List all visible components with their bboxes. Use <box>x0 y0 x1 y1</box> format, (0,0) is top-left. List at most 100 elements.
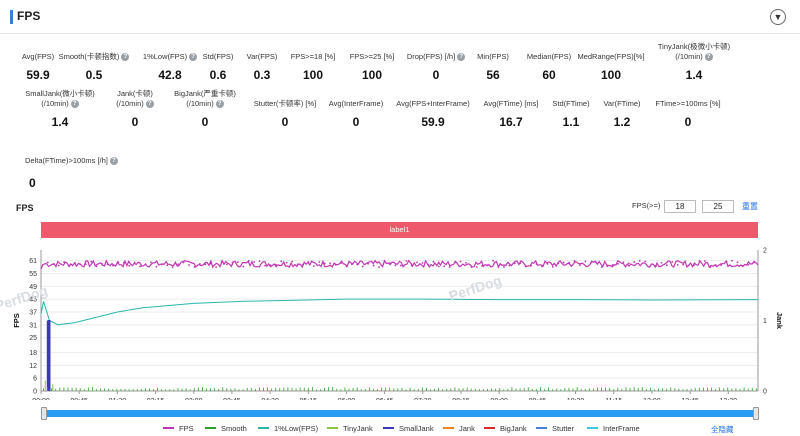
chart-title: FPS <box>16 203 34 213</box>
legend-label: InterFrame <box>603 424 640 433</box>
fps-chart[interactable]: 0612182531374349556101200:0000:4501:3002… <box>0 240 800 401</box>
fps-point <box>307 261 310 263</box>
fps-point <box>595 261 598 264</box>
x-tick-label: 11:15 <box>605 398 622 400</box>
fps-point <box>682 263 685 266</box>
fps-point <box>731 259 733 262</box>
fps-point <box>95 265 98 268</box>
legend-item-smooth[interactable]: Smooth <box>205 424 247 433</box>
fps-point <box>378 266 380 268</box>
metric-value: 0 <box>29 176 36 190</box>
x-tick-label: 04:30 <box>261 398 279 400</box>
x-tick-label: 03:45 <box>223 398 241 400</box>
fps-point <box>665 264 668 267</box>
legend-item-1-low-fps-[interactable]: 1%Low(FPS) <box>258 424 318 433</box>
collapse-chevron-icon[interactable]: ▼ <box>770 9 786 25</box>
time-range-scrollbar[interactable] <box>44 410 756 417</box>
fps-point <box>649 264 652 267</box>
help-icon[interactable]: ? <box>109 157 118 166</box>
fps-point <box>589 261 592 264</box>
fps-point <box>52 263 55 266</box>
fps-point <box>427 263 429 266</box>
label-band[interactable]: label1 <box>41 222 758 238</box>
fps-point <box>644 260 647 263</box>
fps-point <box>606 265 609 268</box>
y2-axis-title: Jank <box>775 312 784 330</box>
hide-all-button[interactable]: 全隐藏 <box>711 424 734 435</box>
legend-label: BigJank <box>500 424 527 433</box>
fps-point <box>633 261 636 264</box>
y2-tick-label: 1 <box>763 318 767 325</box>
fps-point <box>220 261 223 263</box>
x-tick-label: 09:45 <box>529 398 547 400</box>
fps-point <box>323 262 326 265</box>
legend-item-jank[interactable]: Jank <box>443 424 475 433</box>
legend-label: TinyJank <box>343 424 373 433</box>
fps-point <box>486 264 489 267</box>
fps-point <box>568 261 571 264</box>
y2-tick-label: 2 <box>763 248 767 255</box>
fps-threshold-input-2[interactable] <box>702 200 734 213</box>
fps-point <box>274 263 277 266</box>
legend-label: SmallJank <box>399 424 434 433</box>
fps-point <box>399 264 402 267</box>
legend-swatch <box>587 427 598 430</box>
fps-point <box>535 263 538 265</box>
fps-point <box>160 263 163 266</box>
fps-point <box>345 265 348 268</box>
legend-item-stutter[interactable]: Stutter <box>536 424 574 433</box>
fps-point <box>291 260 294 263</box>
fps-point <box>736 261 739 264</box>
fps-point <box>693 264 695 266</box>
metric-11: TinyJank(极微小卡顿) (/10min)? 1.4 <box>634 42 754 82</box>
legend-item-bigjank[interactable]: BigJank <box>484 424 527 433</box>
legend-item-smalljank[interactable]: SmallJank <box>383 424 434 433</box>
fps-point <box>361 265 364 268</box>
fps-point <box>90 260 93 263</box>
fps-point <box>171 266 174 268</box>
x-tick-label: 10:30 <box>567 398 585 400</box>
fps-point <box>106 263 109 266</box>
reset-button[interactable]: 重置 <box>742 201 758 212</box>
fps-point <box>627 262 630 265</box>
fps-threshold-label: FPS(>=) <box>632 201 661 210</box>
help-icon[interactable]: ? <box>704 53 713 62</box>
y-tick-label: 12 <box>29 363 37 370</box>
metric-label-text: Delta(FTime)>100ms [/h] <box>25 156 108 165</box>
fps-point <box>84 263 87 266</box>
legend-item-fps[interactable]: FPS <box>163 424 194 433</box>
help-icon[interactable]: ? <box>215 100 224 109</box>
fps-point <box>557 262 560 265</box>
metric-label-sub: (/10min)? <box>634 52 754 62</box>
metric-label-text: BigJank(严重卡顿) <box>174 89 236 98</box>
fps-point <box>470 266 473 268</box>
fps-point <box>236 261 239 264</box>
fps-point <box>312 265 315 267</box>
fps-point <box>329 262 332 265</box>
y-tick-label: 31 <box>29 322 37 329</box>
fps-point <box>144 263 147 266</box>
legend-label: Stutter <box>552 424 575 433</box>
y-tick-label: 37 <box>29 309 37 316</box>
fps-point <box>475 266 478 268</box>
scrollbar-right-handle[interactable] <box>753 407 759 420</box>
fps-point <box>63 261 65 263</box>
legend-swatch <box>484 427 495 430</box>
fps-point <box>253 261 256 263</box>
fps-point <box>725 260 728 263</box>
fps-point <box>741 264 744 267</box>
metric-label: FTime>=100ms [%] <box>628 99 748 109</box>
fps-point <box>356 263 359 266</box>
fps-point <box>389 262 391 265</box>
section-header: FPS ▼ <box>0 0 800 34</box>
chart-legend: 全隐藏 FPS Smooth 1%Low(FPS) TinyJank SmallJank… <box>0 424 800 436</box>
x-tick-label: 07:30 <box>414 398 432 400</box>
fps-threshold-input-1[interactable] <box>664 200 696 213</box>
fps-point <box>443 265 446 268</box>
fps-point <box>546 263 549 265</box>
fps-point <box>416 261 418 264</box>
scrollbar-left-handle[interactable] <box>41 407 47 420</box>
legend-item-interframe[interactable]: InterFrame <box>587 424 640 433</box>
fps-point <box>687 264 690 267</box>
legend-item-tinyjank[interactable]: TinyJank <box>327 424 373 433</box>
